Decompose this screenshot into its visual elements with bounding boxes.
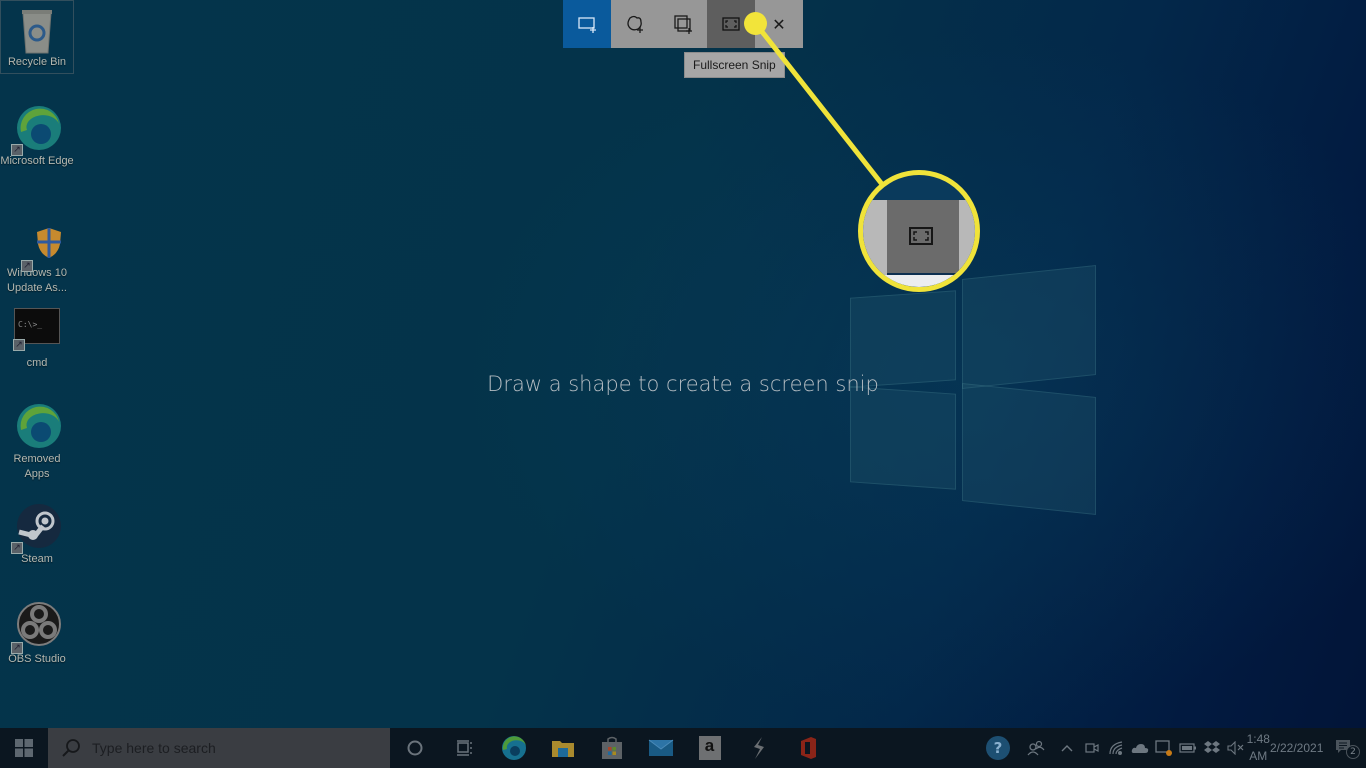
taskbar: Type here to search a ? 1:48 AM 2/22/202… xyxy=(0,728,1366,768)
obs-icon: ↗ xyxy=(11,602,61,654)
action-center-button[interactable]: 2 xyxy=(1322,728,1366,768)
tray-network[interactable] xyxy=(1104,728,1128,768)
magnified-callout xyxy=(858,170,980,292)
tray-battery[interactable] xyxy=(1176,728,1200,768)
clock-time: 1:48 AM xyxy=(1246,732,1270,763)
tray-people[interactable] xyxy=(1018,728,1054,768)
recycle-bin-icon xyxy=(13,5,61,54)
desktop-icon-windows-update-assistant[interactable]: ↗ Windows 10 Update As... xyxy=(0,226,74,296)
store-icon xyxy=(601,736,622,759)
amazon-icon: a xyxy=(698,736,721,760)
cortana-icon xyxy=(407,740,423,756)
wifi-icon xyxy=(1109,741,1123,755)
desktop-icon-obs-studio[interactable]: ↗ OBS Studio xyxy=(0,602,74,667)
taskbar-clock[interactable]: 1:48 AM 2/22/2021 xyxy=(1246,728,1324,768)
search-icon xyxy=(62,739,80,757)
rectangular-snip-button[interactable] xyxy=(563,0,611,48)
tray-dropbox[interactable] xyxy=(1200,728,1224,768)
shortcut-arrow-icon: ↗ xyxy=(11,144,23,156)
desktop-icon-microsoft-edge[interactable]: ↗ Microsoft Edge xyxy=(0,104,74,169)
desktop-icon-removed-apps[interactable]: Removed Apps xyxy=(0,402,74,482)
desktop-icon-label: Steam xyxy=(21,553,53,565)
shortcut-arrow-icon: ↗ xyxy=(13,339,25,351)
meet-now-icon xyxy=(1085,743,1099,753)
search-placeholder: Type here to search xyxy=(92,740,216,756)
folder-icon xyxy=(551,741,574,757)
taskbar-microsoft-store[interactable] xyxy=(587,728,636,768)
clock-date: 2/22/2021 xyxy=(1269,740,1324,755)
shortcut-arrow-icon: ↗ xyxy=(21,260,33,272)
desktop-icon-cmd[interactable]: C:\>_ ↗ cmd xyxy=(0,308,74,371)
fullscreen-snip-icon xyxy=(909,227,933,245)
taskbar-sketch-app[interactable] xyxy=(734,728,783,768)
chevron-up-icon xyxy=(1061,745,1073,752)
close-icon: ✕ xyxy=(772,14,786,34)
task-view-icon xyxy=(456,740,472,756)
dropbox-icon xyxy=(1204,741,1220,753)
desktop-icon-recycle-bin[interactable]: Recycle Bin xyxy=(0,0,74,74)
edge-icon: ↗ xyxy=(11,104,61,156)
desktop[interactable]: Recycle Bin ↗ Microsoft Edge ↗ Windows 1… xyxy=(0,0,1366,728)
tray-onedrive[interactable] xyxy=(1128,728,1152,768)
taskbar-file-explorer[interactable] xyxy=(538,728,587,768)
show-hidden-icons-button[interactable] xyxy=(1054,728,1080,768)
desktop-icon-steam[interactable]: ↗ Steam xyxy=(0,502,74,567)
edge-icon xyxy=(13,402,61,450)
taskbar-cortana[interactable] xyxy=(390,728,440,768)
tray-meet-now[interactable] xyxy=(1080,728,1104,768)
cmd-icon: C:\>_ ↗ xyxy=(13,308,60,351)
tray-volume[interactable] xyxy=(1224,728,1248,768)
edge-icon xyxy=(501,736,526,760)
shortcut-arrow-icon: ↗ xyxy=(11,542,23,554)
battery-icon xyxy=(1179,743,1196,753)
taskbar-mail[interactable] xyxy=(636,728,685,768)
snip-instruction-text: Draw a shape to create a screen snip xyxy=(487,372,879,396)
tray-screen-share[interactable] xyxy=(1152,728,1176,768)
tooltip: Fullscreen Snip xyxy=(684,52,785,78)
desktop-icon-label: Microsoft Edge xyxy=(0,155,74,167)
snip-toolbar: ✕ xyxy=(563,0,803,48)
taskbar-office[interactable] xyxy=(783,728,832,768)
rectangle-snip-icon xyxy=(578,17,596,33)
desktop-icon-label: cmd xyxy=(26,357,48,369)
volume-muted-icon xyxy=(1227,741,1244,755)
onedrive-cloud-icon xyxy=(1131,744,1149,753)
freeform-snip-button[interactable] xyxy=(611,0,659,48)
windows-update-shield-icon: ↗ xyxy=(13,226,61,274)
freeform-snip-icon xyxy=(627,15,643,33)
taskbar-task-view[interactable] xyxy=(440,728,489,768)
desktop-icon-label: OBS Studio xyxy=(8,653,66,665)
steam-icon: ↗ xyxy=(11,502,61,554)
taskbar-edge[interactable] xyxy=(489,728,538,768)
taskbar-search-box[interactable]: Type here to search xyxy=(48,728,390,768)
help-icon: ? xyxy=(986,736,1010,760)
tray-help[interactable]: ? xyxy=(978,728,1018,768)
office-icon xyxy=(800,737,816,759)
start-button[interactable] xyxy=(0,728,48,768)
system-tray: ? 1:48 AM 2/22/2021 2 xyxy=(978,728,1366,768)
desktop-icon-label: Recycle Bin xyxy=(7,56,67,68)
annotation-dot xyxy=(744,12,767,35)
notification-count-badge: 2 xyxy=(1346,745,1360,759)
mail-icon xyxy=(648,739,673,756)
fullscreen-snip-icon xyxy=(722,17,740,31)
window-snip-icon xyxy=(674,15,692,34)
screen-share-icon xyxy=(1155,740,1172,756)
windows-start-icon xyxy=(15,739,33,757)
lightning-app-icon xyxy=(753,737,764,759)
desktop-icon-label: Removed Apps xyxy=(13,453,61,480)
shortcut-arrow-icon: ↗ xyxy=(11,642,23,654)
people-icon xyxy=(1027,740,1045,756)
taskbar-amazon[interactable]: a xyxy=(685,728,734,768)
window-snip-button[interactable] xyxy=(659,0,707,48)
